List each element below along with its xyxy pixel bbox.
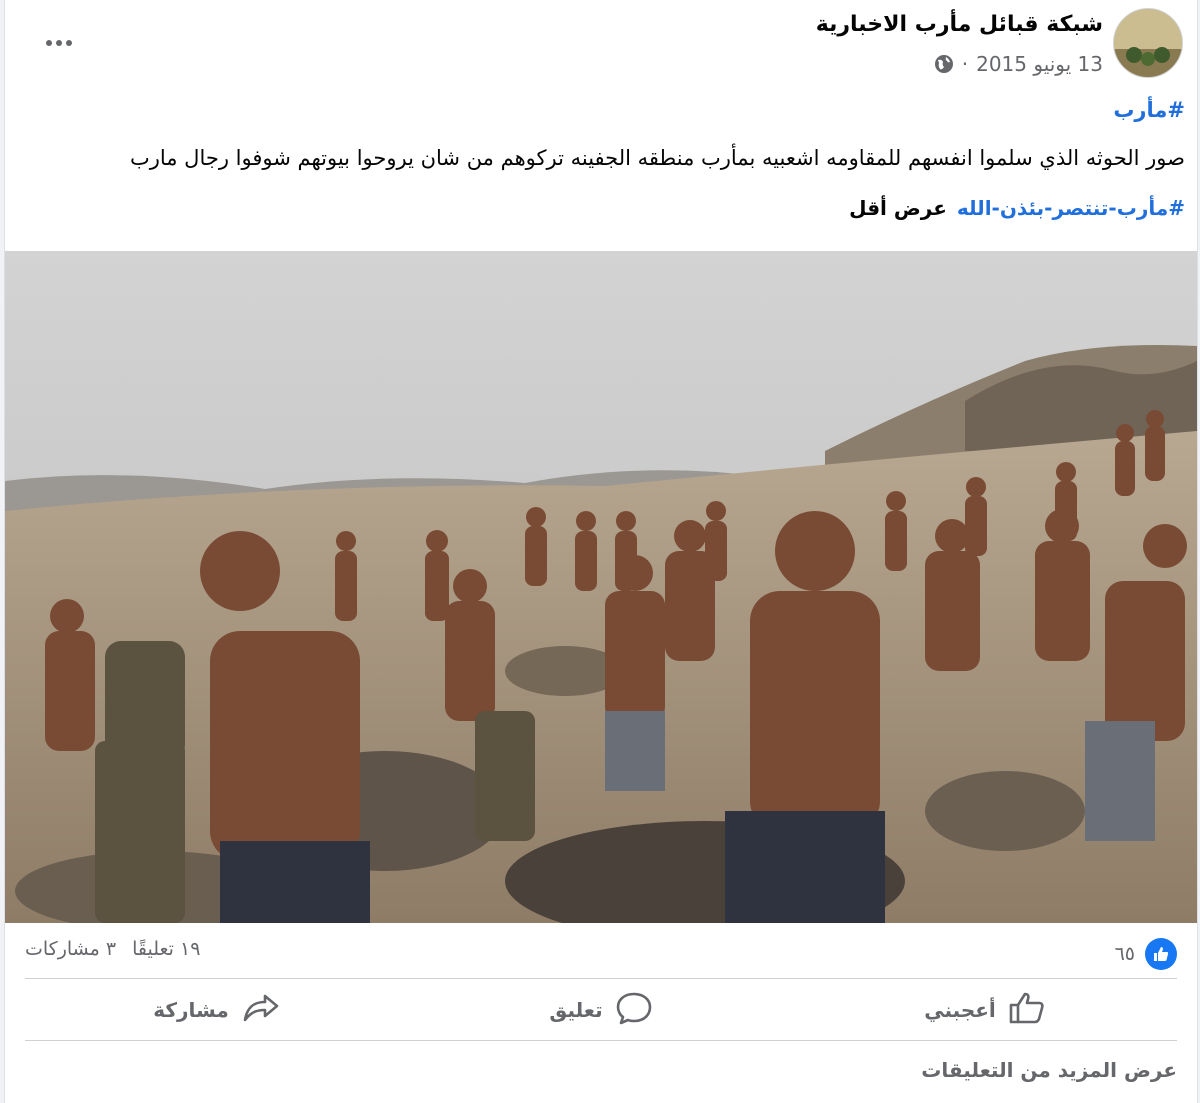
like-label: أعجبني: [924, 998, 996, 1022]
meta-separator: ·: [961, 52, 969, 76]
more-options-icon[interactable]: [39, 28, 79, 58]
likes-summary[interactable]: ٦٥: [1115, 938, 1177, 970]
post-date[interactable]: 13 يونيو 2015: [976, 52, 1103, 76]
action-bar: مشاركة تعليق أعجبني: [25, 984, 1177, 1036]
comment-label: تعليق: [549, 998, 603, 1022]
divider: [25, 978, 1177, 979]
post-hashtag[interactable]: #مأرب: [1113, 98, 1185, 122]
page-avatar[interactable]: [1113, 8, 1183, 78]
post-card: شبكة قبائل مأرب الاخبارية 13 يونيو 2015 …: [4, 0, 1198, 1103]
see-less-link[interactable]: عرض أقل: [849, 196, 947, 220]
page-name[interactable]: شبكة قبائل مأرب الاخبارية: [816, 12, 1103, 37]
divider: [25, 1040, 1177, 1041]
like-button[interactable]: أعجبني: [793, 984, 1177, 1036]
post-photo[interactable]: [5, 251, 1197, 923]
like-icon: [1008, 991, 1046, 1030]
likes-count: ٦٥: [1114, 943, 1135, 965]
comments-shares: ١٩ تعليقًا ٣ مشاركات: [25, 938, 200, 960]
post-stats: ٦٥ ١٩ تعليقًا ٣ مشاركات: [25, 938, 1177, 972]
share-icon: [241, 992, 281, 1029]
view-more-comments-link[interactable]: عرض المزيد من التعليقات: [921, 1058, 1177, 1082]
post-tags[interactable]: #مأرب-تنتصر-بئذن-الله: [957, 196, 1185, 220]
post-tags-line: #مأرب-تنتصر-بئذن-الله عرض أقل: [849, 196, 1185, 220]
post-body: صور الحوثه الذي سلموا انفسهم للمقاومه اش…: [129, 146, 1185, 170]
comments-count[interactable]: ١٩ تعليقًا: [132, 938, 200, 960]
comment-button[interactable]: تعليق: [409, 984, 793, 1036]
shares-count[interactable]: ٣ مشاركات: [25, 938, 116, 960]
like-reaction-icon: [1145, 938, 1177, 970]
post-meta: 13 يونيو 2015 ·: [934, 52, 1103, 76]
share-button[interactable]: مشاركة: [25, 984, 409, 1036]
globe-icon: [934, 54, 954, 74]
comment-icon: [615, 991, 653, 1030]
share-label: مشاركة: [153, 998, 229, 1022]
